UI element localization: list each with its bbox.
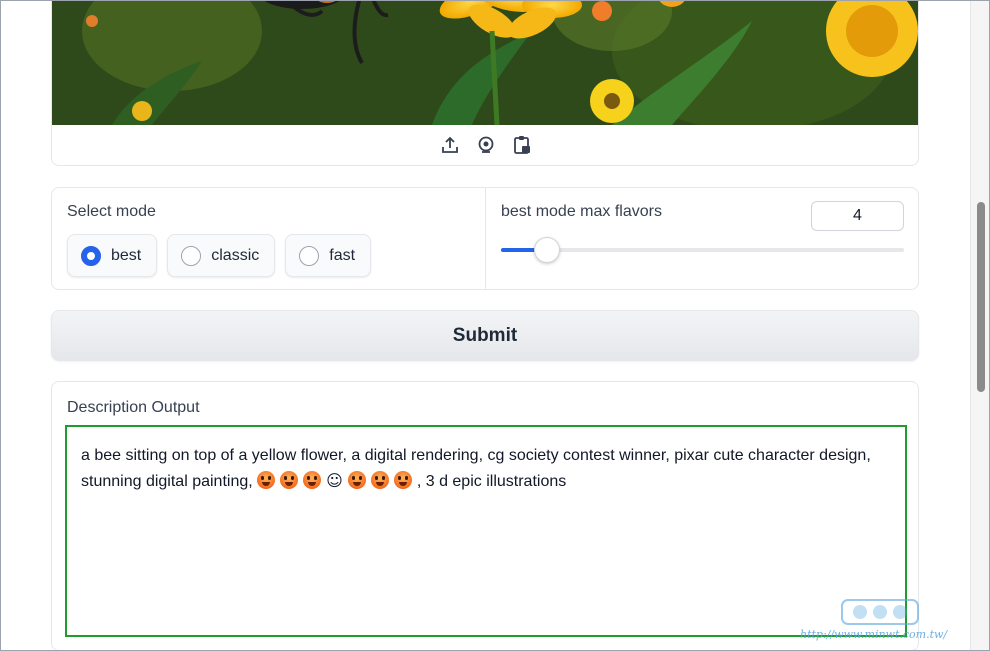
upload-icon[interactable] [440,135,460,155]
flavors-number-input[interactable]: 4 [811,201,904,231]
webcam-icon[interactable] [476,135,496,155]
page-scrollbar[interactable] [970,0,990,651]
mode-option-label: classic [211,246,260,264]
grinning-emoji-icon [280,471,299,489]
flavors-panel: best mode max flavors 4 [486,188,920,289]
image-input-card [51,0,919,166]
mode-label: Select mode [67,203,156,220]
bee-flower-image [52,0,918,125]
output-text-end: , 3 d epic illustrations [416,473,567,490]
surprised-emoji-icon [393,471,412,489]
description-output-textbox[interactable]: a bee sitting on top of a yellow flower,… [65,425,907,637]
frowning-emoji-icon [347,471,366,489]
flavors-slider[interactable] [501,237,904,263]
mode-option-label: fast [329,246,356,264]
mode-option-label: best [111,246,142,264]
settings-card: Select mode best classic fast best mode … [51,187,919,290]
mode-panel: Select mode best classic fast [52,188,486,289]
mode-option-best[interactable]: best [67,234,158,277]
scroll-thumb[interactable] [977,202,985,392]
grinning-emoji-icon [303,471,322,489]
input-image[interactable] [52,0,918,125]
flavors-label: best mode max flavors [501,203,662,220]
output-label: Description Output [67,399,200,416]
watermark-seal [840,598,920,631]
mode-option-classic[interactable]: classic [167,234,276,277]
mode-option-fast[interactable]: fast [285,234,372,277]
radio-unchecked-icon[interactable] [181,245,202,266]
winking-emoji-icon [370,471,389,489]
mode-radio-group: best classic fast [67,234,372,277]
grinning-emoji-icon [257,471,276,489]
output-card: Description Output a bee sitting on top … [51,381,919,651]
smile-glyph: ☺ [326,471,343,490]
slider-handle[interactable] [534,237,561,263]
radio-unchecked-icon[interactable] [299,245,320,266]
submit-button[interactable]: Submit [51,310,919,361]
image-toolbar [52,125,918,165]
watermark-seal-graphic [841,599,919,625]
watermark-url: http://www.minwt.com.tw/ [800,628,948,641]
clipboard-icon[interactable] [512,135,532,155]
radio-checked-icon[interactable] [81,245,101,266]
